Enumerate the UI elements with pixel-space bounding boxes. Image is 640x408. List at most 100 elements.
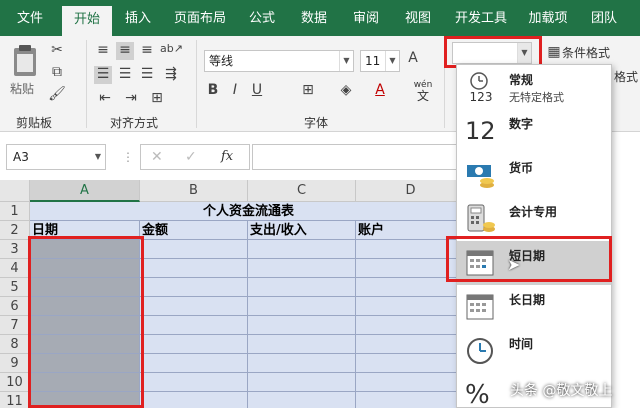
column-header-c[interactable]: C bbox=[248, 180, 356, 202]
phonetic-guide-button[interactable]: wén 文 bbox=[410, 80, 436, 102]
format-option-long-date[interactable]: 长日期 bbox=[457, 285, 611, 329]
font-name-value: 等线 bbox=[209, 54, 234, 68]
row-header[interactable]: 7 bbox=[0, 316, 30, 335]
paste-button[interactable] bbox=[10, 44, 40, 78]
align-middle-icon[interactable]: ≡ bbox=[116, 42, 134, 60]
table-cell[interactable] bbox=[356, 297, 466, 316]
tab-home[interactable]: 开始 bbox=[62, 6, 112, 36]
fill-color-icon[interactable]: ◈ bbox=[334, 82, 358, 102]
table-cell[interactable] bbox=[248, 259, 356, 278]
table-cell[interactable] bbox=[140, 240, 248, 259]
table-cell[interactable] bbox=[356, 316, 466, 335]
borders-icon[interactable]: ⊞ bbox=[296, 82, 320, 102]
table-cell[interactable] bbox=[140, 373, 248, 392]
table-cell[interactable] bbox=[248, 297, 356, 316]
row-header[interactable]: 4 bbox=[0, 259, 30, 278]
font-size-select[interactable]: 11 ▼ bbox=[360, 50, 400, 72]
align-bottom-icon[interactable]: ≡ bbox=[138, 42, 156, 60]
align-right-icon[interactable]: ☰ bbox=[138, 66, 156, 84]
group-divider bbox=[86, 40, 87, 128]
tab-page-layout[interactable]: 页面布局 bbox=[168, 0, 232, 36]
selection-highlight-box bbox=[28, 236, 144, 408]
decrease-indent-icon[interactable]: ⇤ bbox=[94, 90, 116, 108]
row-header[interactable]: 10 bbox=[0, 373, 30, 392]
tab-file[interactable]: 文件 bbox=[4, 0, 56, 36]
group-label-alignment: 对齐方式 bbox=[110, 116, 159, 130]
table-cell[interactable] bbox=[248, 335, 356, 354]
format-option-number[interactable]: 12 数字 bbox=[457, 109, 611, 153]
table-cell[interactable] bbox=[248, 373, 356, 392]
format-option-currency[interactable]: 货币 bbox=[457, 153, 611, 197]
wrap-text-icon[interactable]: ⇶ bbox=[160, 66, 182, 84]
tab-review[interactable]: 审阅 bbox=[344, 0, 388, 36]
column-header-a[interactable]: A bbox=[30, 180, 140, 202]
font-name-select[interactable]: 等线 ▼ bbox=[204, 50, 354, 72]
align-center-icon[interactable]: ☰ bbox=[116, 66, 134, 84]
row-header[interactable]: 6 bbox=[0, 297, 30, 316]
tab-team[interactable]: 团队 bbox=[582, 0, 626, 36]
select-all-corner[interactable] bbox=[0, 180, 30, 202]
confirm-icon[interactable]: ✓ bbox=[185, 149, 197, 165]
table-cell[interactable] bbox=[248, 316, 356, 335]
tab-view[interactable]: 视图 bbox=[396, 0, 440, 36]
row-header[interactable]: 8 bbox=[0, 335, 30, 354]
row-header[interactable]: 5 bbox=[0, 278, 30, 297]
table-cell[interactable] bbox=[248, 392, 356, 408]
ribbon-tab-bar: 文件 开始 插入 页面布局 公式 数据 审阅 视图 开发工具 加载项 团队 bbox=[0, 0, 640, 36]
table-cell[interactable] bbox=[356, 354, 466, 373]
tab-addins[interactable]: 加载项 bbox=[522, 0, 574, 36]
align-left-icon[interactable]: ☰ bbox=[94, 66, 112, 84]
name-box[interactable]: A3 ▼ bbox=[6, 144, 106, 170]
header-cell[interactable]: 金额 bbox=[140, 221, 248, 240]
merge-cells-icon[interactable]: ⊞ bbox=[146, 90, 168, 108]
formula-input[interactable] bbox=[252, 144, 462, 170]
table-cell[interactable] bbox=[140, 259, 248, 278]
format-option-label: 会计专用 bbox=[509, 205, 558, 219]
cut-icon[interactable]: ✂ bbox=[48, 42, 66, 60]
format-option-general[interactable]: 123 常规 无特定格式 bbox=[457, 65, 611, 109]
clock-icon bbox=[467, 338, 493, 364]
table-cell[interactable] bbox=[140, 316, 248, 335]
table-cell[interactable] bbox=[248, 240, 356, 259]
orientation-icon[interactable]: ab↗ bbox=[160, 42, 183, 60]
row-header[interactable]: 1 bbox=[0, 202, 30, 221]
increase-indent-icon[interactable]: ⇥ bbox=[120, 90, 142, 108]
table-cell[interactable] bbox=[140, 354, 248, 373]
tab-data[interactable]: 数据 bbox=[292, 0, 336, 36]
table-cell[interactable] bbox=[248, 354, 356, 373]
table-cell[interactable] bbox=[356, 373, 466, 392]
table-cell[interactable] bbox=[140, 297, 248, 316]
header-cell[interactable]: 支出/收入 bbox=[248, 221, 356, 240]
conditional-format-button[interactable]: 条件格式 bbox=[562, 44, 610, 61]
table-cell[interactable] bbox=[140, 278, 248, 297]
font-color-icon[interactable]: A bbox=[370, 82, 390, 102]
row-header[interactable]: 3 bbox=[0, 240, 30, 259]
format-option-accounting[interactable]: 会计专用 bbox=[457, 197, 611, 241]
row-header[interactable]: 11 bbox=[0, 392, 30, 408]
table-title-cell[interactable]: 个人资金流通表 bbox=[30, 202, 466, 221]
align-top-icon[interactable]: ≡ bbox=[94, 42, 112, 60]
tab-insert[interactable]: 插入 bbox=[116, 0, 160, 36]
table-cell[interactable] bbox=[140, 392, 248, 408]
column-header-b[interactable]: B bbox=[140, 180, 248, 202]
paste-label: 粘贴 bbox=[10, 82, 35, 96]
tab-formulas[interactable]: 公式 bbox=[240, 0, 284, 36]
format-option-time[interactable]: 时间 bbox=[457, 329, 611, 373]
format-painter-icon[interactable]: 🖌 bbox=[48, 86, 66, 104]
copy-icon[interactable]: ⧉ bbox=[48, 64, 66, 82]
italic-icon[interactable]: I bbox=[226, 82, 244, 102]
table-cell[interactable] bbox=[140, 335, 248, 354]
format-as-table-partial[interactable]: 格式 bbox=[614, 68, 638, 85]
column-header-d[interactable]: D bbox=[356, 180, 466, 202]
table-cell[interactable] bbox=[248, 278, 356, 297]
table-cell[interactable] bbox=[356, 392, 466, 408]
table-cell[interactable] bbox=[356, 335, 466, 354]
bold-icon[interactable]: B bbox=[204, 82, 222, 102]
tab-developer[interactable]: 开发工具 bbox=[448, 0, 514, 36]
insert-function-icon[interactable]: fx bbox=[221, 149, 233, 164]
cancel-icon[interactable]: ✕ bbox=[151, 149, 163, 165]
underline-icon[interactable]: U bbox=[248, 82, 266, 102]
increase-font-icon[interactable]: A bbox=[404, 50, 422, 70]
row-header[interactable]: 2 bbox=[0, 221, 30, 240]
row-header[interactable]: 9 bbox=[0, 354, 30, 373]
